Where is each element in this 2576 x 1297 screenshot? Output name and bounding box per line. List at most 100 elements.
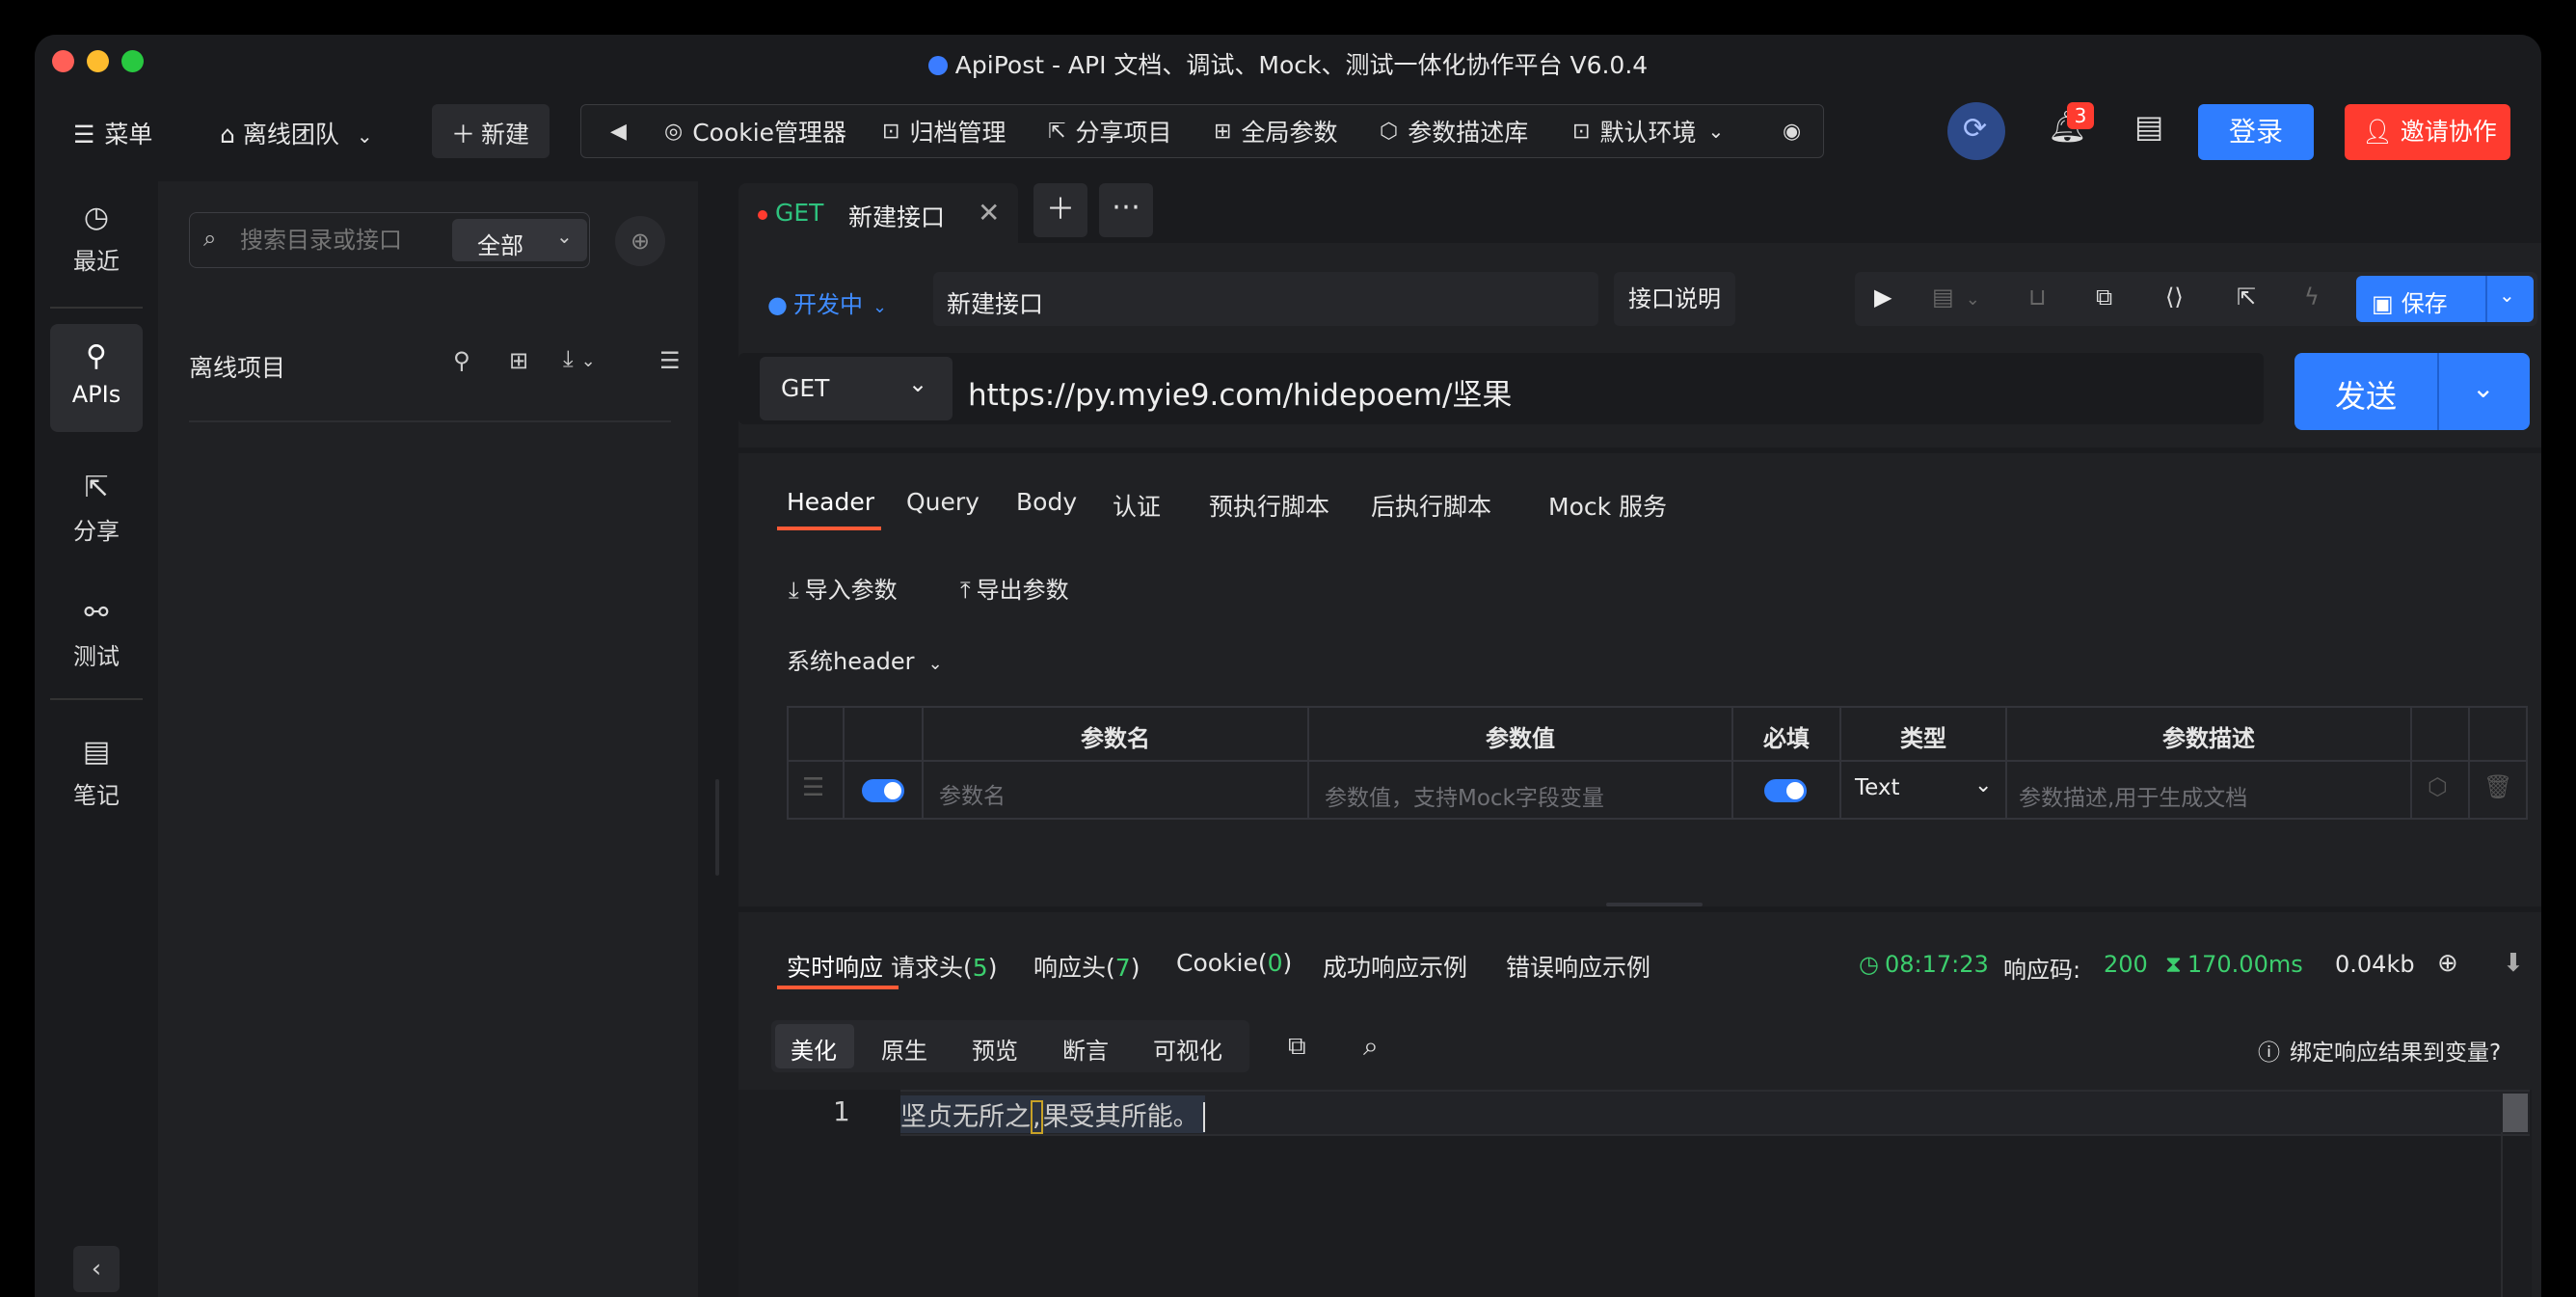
resize-handle[interactable] — [715, 779, 719, 876]
login-button[interactable]: 登录 — [2198, 104, 2314, 160]
type-select[interactable]: Text ⌄ — [1855, 773, 1999, 800]
add-api-button[interactable]: ⚲ — [453, 347, 470, 374]
param-value-input[interactable]: 参数值，支持Mock字段变量 — [1325, 779, 1604, 812]
param-name-input[interactable]: 参数名 — [939, 777, 1006, 810]
view-mode-group: 美化 原生 预览 断言 可视化 — [771, 1020, 1249, 1072]
search-icon: ⌕ — [1363, 1030, 1379, 1062]
share-icon: ⇱ — [84, 471, 109, 504]
method-select[interactable]: GET ⌄ — [760, 357, 953, 420]
collapse-toolbar-button[interactable]: ◀ — [610, 105, 636, 157]
sidebar-item-notes[interactable]: ▤ 笔记 — [50, 735, 143, 810]
view-visualize[interactable]: 可视化 — [1153, 1032, 1222, 1066]
tab-new-api[interactable]: GET 新建接口 ✕ — [738, 183, 1018, 243]
share-project-button[interactable]: ⇱ 分享项目 — [1048, 105, 1171, 157]
copy-icon: ⧉ — [1288, 1032, 1306, 1061]
tab-post-script[interactable]: 后执行脚本 — [1371, 488, 1491, 523]
import-dropdown-button[interactable]: ⤓ ⌄ — [563, 345, 596, 372]
view-assert[interactable]: 断言 — [1062, 1032, 1109, 1066]
export-params-button[interactable]: ⤒ 导出参数 — [960, 571, 1069, 605]
minimap-scroll[interactable] — [2503, 1094, 2528, 1132]
lock-button[interactable]: ⊔ — [2028, 284, 2047, 311]
close-tab-button[interactable]: ✕ — [978, 197, 1000, 229]
tab-success-example[interactable]: 成功响应示例 — [1323, 949, 1467, 984]
api-doc-button[interactable]: 接口说明 — [1614, 272, 1735, 326]
view-preview[interactable]: 预览 — [972, 1032, 1018, 1066]
archive-button[interactable]: ⊡ 归档管理 — [882, 105, 1006, 157]
download-response-button[interactable]: ⬇ — [2503, 949, 2524, 978]
collapse-sidebar-button[interactable]: ‹ — [73, 1246, 120, 1292]
search-input[interactable] — [238, 221, 435, 259]
send-dropdown-button[interactable]: ⌄ — [2472, 372, 2494, 404]
locate-button[interactable]: ⊕ — [615, 216, 665, 266]
tab-error-example[interactable]: 错误响应示例 — [1506, 949, 1650, 984]
save-icon: ▣ — [2372, 290, 2394, 317]
import-params-button[interactable]: ⤓ 导入参数 — [789, 571, 898, 605]
sort-button[interactable]: ☰ — [659, 347, 681, 374]
view-beautify[interactable]: 美化 — [791, 1032, 837, 1066]
notification-button[interactable]: 🔔︎ 3 — [2048, 102, 2094, 145]
api-name-input[interactable]: 新建接口 — [933, 272, 1598, 326]
tab-cookie[interactable]: Cookie(0) — [1176, 949, 1292, 977]
eye-button[interactable]: ◉ — [1783, 105, 1811, 157]
code-button[interactable]: ⟨⟩ — [2165, 284, 2184, 311]
tab-realtime-response[interactable]: 实时响应 — [787, 949, 883, 984]
flash-button[interactable]: ϟ — [2304, 284, 2320, 311]
param-desc-input[interactable]: 参数描述,用于生成文档 — [2019, 779, 2247, 812]
invite-button[interactable]: 👤︎ 邀请协作 — [2345, 104, 2510, 160]
tab-pre-script[interactable]: 预执行脚本 — [1209, 488, 1329, 523]
drag-handle[interactable]: ☰ — [802, 773, 824, 802]
more-tabs-button[interactable]: ⋯ — [1099, 183, 1153, 237]
add-folder-button[interactable]: ⊞ — [509, 347, 528, 374]
system-header-toggle[interactable]: 系统header ⌄ — [787, 642, 943, 676]
bind-response-link[interactable]: ⓘ 绑定响应结果到变量? — [2258, 1034, 2501, 1067]
send-button[interactable]: 发送 ⌄ — [2294, 353, 2530, 430]
tab-body[interactable]: Body — [1016, 488, 1077, 516]
team-selector[interactable]: ⌂ 离线团队 ⌄ — [220, 116, 373, 150]
split-handle[interactable] — [1606, 903, 1703, 906]
chevron-down-icon: ⌄ — [580, 351, 596, 371]
new-button[interactable]: ＋新建 — [432, 104, 550, 158]
sync-button[interactable]: ⟳ — [1947, 102, 2005, 160]
save-button[interactable]: ▣ 保存 ⌄ — [2356, 276, 2534, 322]
global-params-button[interactable]: ⊞ 全局参数 — [1214, 105, 1337, 157]
sidebar-item-apis[interactable]: ⚲ APIs — [50, 324, 143, 432]
tab-request-headers[interactable]: 请求头(5) — [891, 949, 997, 984]
row-enabled-toggle[interactable] — [862, 779, 904, 802]
tab-auth[interactable]: 认证 — [1113, 488, 1161, 523]
project-title: 离线项目 — [189, 354, 286, 382]
response-editor[interactable]: 1 坚贞无所之,果受其所能。 — [738, 1090, 2532, 1297]
filter-select[interactable]: 全部 ⌄ — [452, 219, 587, 261]
run-button[interactable]: ▶ — [1874, 284, 1892, 311]
search-response-button[interactable]: ⌕ — [1363, 1030, 1379, 1063]
delete-row-button[interactable]: 🗑︎ — [2483, 773, 2512, 800]
param-library-button[interactable]: ⬡ 参数描述库 — [1380, 105, 1528, 157]
active-tab-indicator — [777, 986, 899, 989]
sidebar-item-share[interactable]: ⇱ 分享 — [50, 471, 143, 546]
menu-button[interactable]: ☰ 菜单 — [73, 116, 152, 150]
notes-button[interactable]: ▤ — [2134, 108, 2163, 145]
search-icon: ⌕ — [203, 225, 217, 252]
chevron-down-icon: ⌄ — [1707, 120, 1725, 143]
required-toggle[interactable] — [1764, 779, 1807, 802]
status-selector[interactable]: ● 开发中 ⌄ — [767, 285, 887, 319]
request-params-panel: Header Query Body 认证 预执行脚本 后执行脚本 Mock 服务… — [738, 453, 2541, 906]
save-dropdown-button[interactable]: ⌄ — [2499, 284, 2515, 307]
param-library-row-button[interactable]: ⬡ — [2428, 773, 2448, 800]
copy-response-button[interactable]: ⧉ — [1288, 1032, 1306, 1062]
globe-button[interactable]: ⊕ — [2437, 949, 2458, 978]
environment-selector[interactable]: ⊡ 默认环境 ⌄ — [1572, 105, 1724, 157]
tab-response-headers[interactable]: 响应头(7) — [1033, 949, 1140, 984]
cookie-manager-button[interactable]: ◎ Cookie管理器 — [664, 105, 846, 157]
view-raw[interactable]: 原生 — [881, 1032, 927, 1066]
layout-button[interactable]: ▤ ⌄ — [1932, 284, 1980, 311]
copy-button[interactable]: ⧉ — [2096, 284, 2112, 311]
tab-header[interactable]: Header — [787, 488, 874, 516]
sidebar-item-recent[interactable]: ◷ 最近 — [50, 201, 143, 276]
add-tab-button[interactable]: ＋ — [1033, 183, 1087, 237]
active-tab-indicator — [777, 527, 881, 530]
share-api-button[interactable]: ⇱ — [2237, 284, 2256, 311]
tab-mock[interactable]: Mock 服务 — [1548, 488, 1667, 523]
url-input[interactable]: https://py.myie9.com/hidepoem/坚果 — [968, 370, 2250, 414]
sidebar-item-test[interactable]: ⚯ 测试 — [50, 596, 143, 671]
tab-query[interactable]: Query — [906, 488, 979, 516]
